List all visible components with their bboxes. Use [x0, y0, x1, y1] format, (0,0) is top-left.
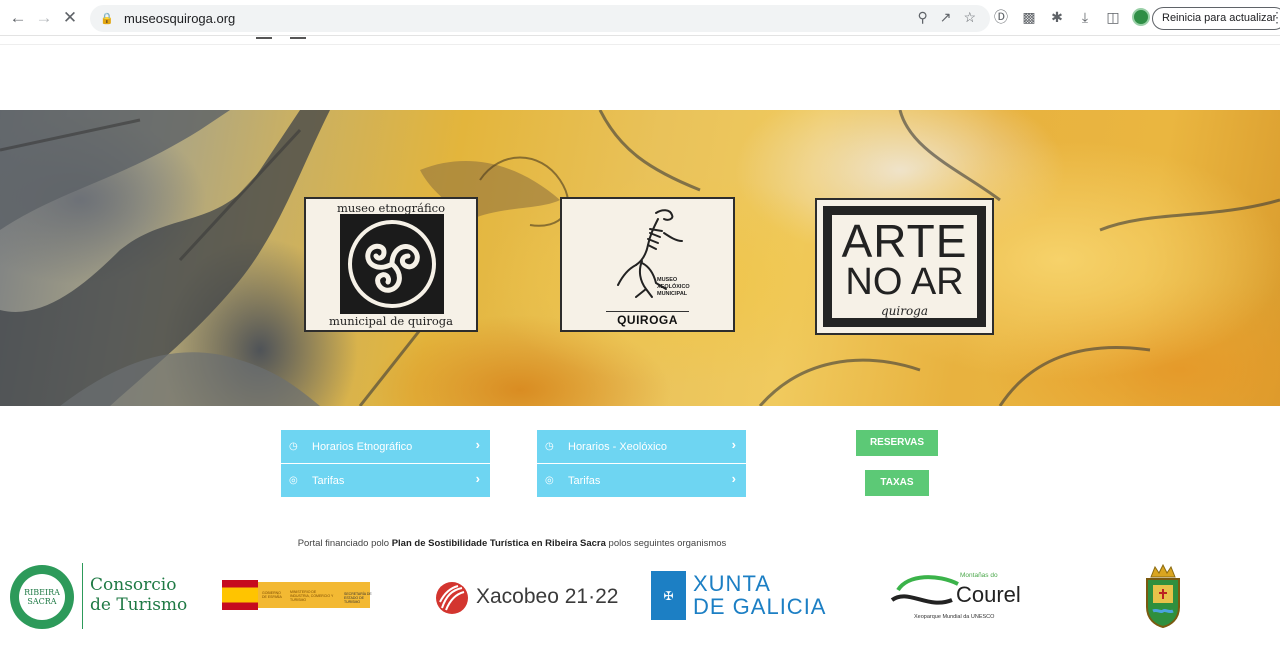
site-header-strip: [0, 37, 1280, 45]
museo-etnografico-card[interactable]: museo etnográfico municipal de quiroga: [304, 197, 478, 332]
card3-line2: NO AR: [845, 261, 964, 303]
gobierno-espana-logo[interactable]: GOBIERNO DE ESPAÑA MINISTERIO DE INDUSTR…: [222, 580, 392, 610]
header-mark: [290, 37, 306, 39]
card1-bottom-text: municipal de quiroga: [329, 314, 453, 328]
spain-flag-icon: [222, 580, 258, 610]
update-button[interactable]: Reinicia para actualizar: [1152, 7, 1280, 30]
menu-kebab-icon[interactable]: ⋮: [1270, 9, 1280, 26]
reservas-button[interactable]: RESERVAS: [856, 430, 938, 456]
card2-title: QUIROGA: [617, 313, 678, 327]
triskelion-icon: [340, 214, 444, 314]
xunta-emblem-icon: ✠: [651, 571, 686, 620]
hero-banner: museo etnográfico municipal de quiroga M…: [0, 110, 1280, 406]
ribeira-sacra-badge: RIBEIRA SACRA: [10, 565, 74, 629]
stop-loading-icon[interactable]: ✕: [57, 5, 83, 31]
link-label: Tarifas: [568, 474, 601, 487]
quiroga-coat-of-arms-icon[interactable]: [1143, 563, 1183, 629]
skype-extension-icon[interactable]: Ⓓ: [992, 6, 1010, 28]
browser-toolbar: ← → ✕ 🔒 museosquiroga.org ⚲ ↗ ☆ Ⓓ ▩ ✱ ⤓ …: [0, 0, 1280, 36]
etnografico-hours-link[interactable]: ◷ Horarios Etnográfico ›: [281, 430, 490, 463]
share-icon[interactable]: ↗: [940, 9, 952, 26]
link-label: Horarios - Xeolóxico: [568, 440, 668, 453]
xacobeo-shell-icon: [436, 582, 468, 614]
profile-avatar[interactable]: [1132, 6, 1150, 28]
coin-icon: ◎: [289, 475, 298, 486]
card2-small-text: MUSEO XEOLÓXICO MUNICIPAL: [657, 277, 690, 297]
side-panel-icon[interactable]: ◫: [1104, 6, 1122, 28]
etnografico-fees-link[interactable]: ◎ Tarifas ›: [281, 464, 490, 497]
xacobeo-logo[interactable]: Xacobeo 21·22: [436, 580, 618, 616]
card2-divider: [606, 311, 689, 312]
address-bar[interactable]: 🔒 museosquiroga.org ⚲ ↗ ☆: [90, 5, 990, 32]
taxas-button[interactable]: TAXAS: [865, 470, 929, 496]
header-mark: [256, 37, 272, 39]
chevron-right-icon: ›: [731, 471, 736, 486]
xeoloxico-hours-link[interactable]: ◷ Horarios - Xeolóxico ›: [537, 430, 746, 463]
chevron-right-icon: ›: [731, 437, 736, 452]
arte-no-ar-card[interactable]: ARTE NO AR quiroga: [815, 198, 994, 335]
bookmark-star-icon[interactable]: ☆: [963, 9, 976, 26]
chevron-right-icon: ›: [475, 437, 480, 452]
download-icon[interactable]: ⤓: [1076, 6, 1094, 28]
xunta-galicia-logo[interactable]: ✠ XUNTA DE GALICIA: [651, 571, 825, 621]
chevron-right-icon: ›: [475, 471, 480, 486]
link-label: Horarios Etnográfico: [312, 440, 413, 453]
back-arrow-icon[interactable]: ←: [5, 5, 31, 31]
clock-icon: ◷: [289, 441, 298, 452]
puzzle-extensions-icon[interactable]: ✱: [1048, 6, 1066, 28]
card3-line1: ARTE: [841, 215, 968, 267]
card3-line3: quiroga: [880, 304, 929, 318]
courel-geopark-logo[interactable]: Montañas do Courel Xeoparque Mundial da …: [888, 566, 1021, 624]
xeoloxico-fees-link[interactable]: ◎ Tarifas ›: [537, 464, 746, 497]
zoom-icon[interactable]: ⚲: [917, 9, 927, 26]
link-label: Tarifas: [312, 474, 345, 487]
coin-icon: ◎: [545, 475, 554, 486]
extension-icon[interactable]: ▩: [1020, 6, 1038, 28]
clock-icon: ◷: [545, 441, 554, 452]
card1-top-text: museo etnográfico: [336, 201, 446, 215]
forward-arrow-icon[interactable]: →: [31, 5, 57, 31]
consorcio-turismo-logo[interactable]: RIBEIRA SACRA Consorcio de Turismo: [10, 563, 190, 629]
museo-xeoloxico-card[interactable]: MUSEO XEOLÓXICO MUNICIPAL QUIROGA: [560, 197, 735, 332]
url-text[interactable]: museosquiroga.org: [124, 11, 235, 26]
lock-icon[interactable]: 🔒: [100, 12, 114, 26]
funding-notice: Portal financiado polo Plan de Sostibili…: [297, 538, 727, 549]
